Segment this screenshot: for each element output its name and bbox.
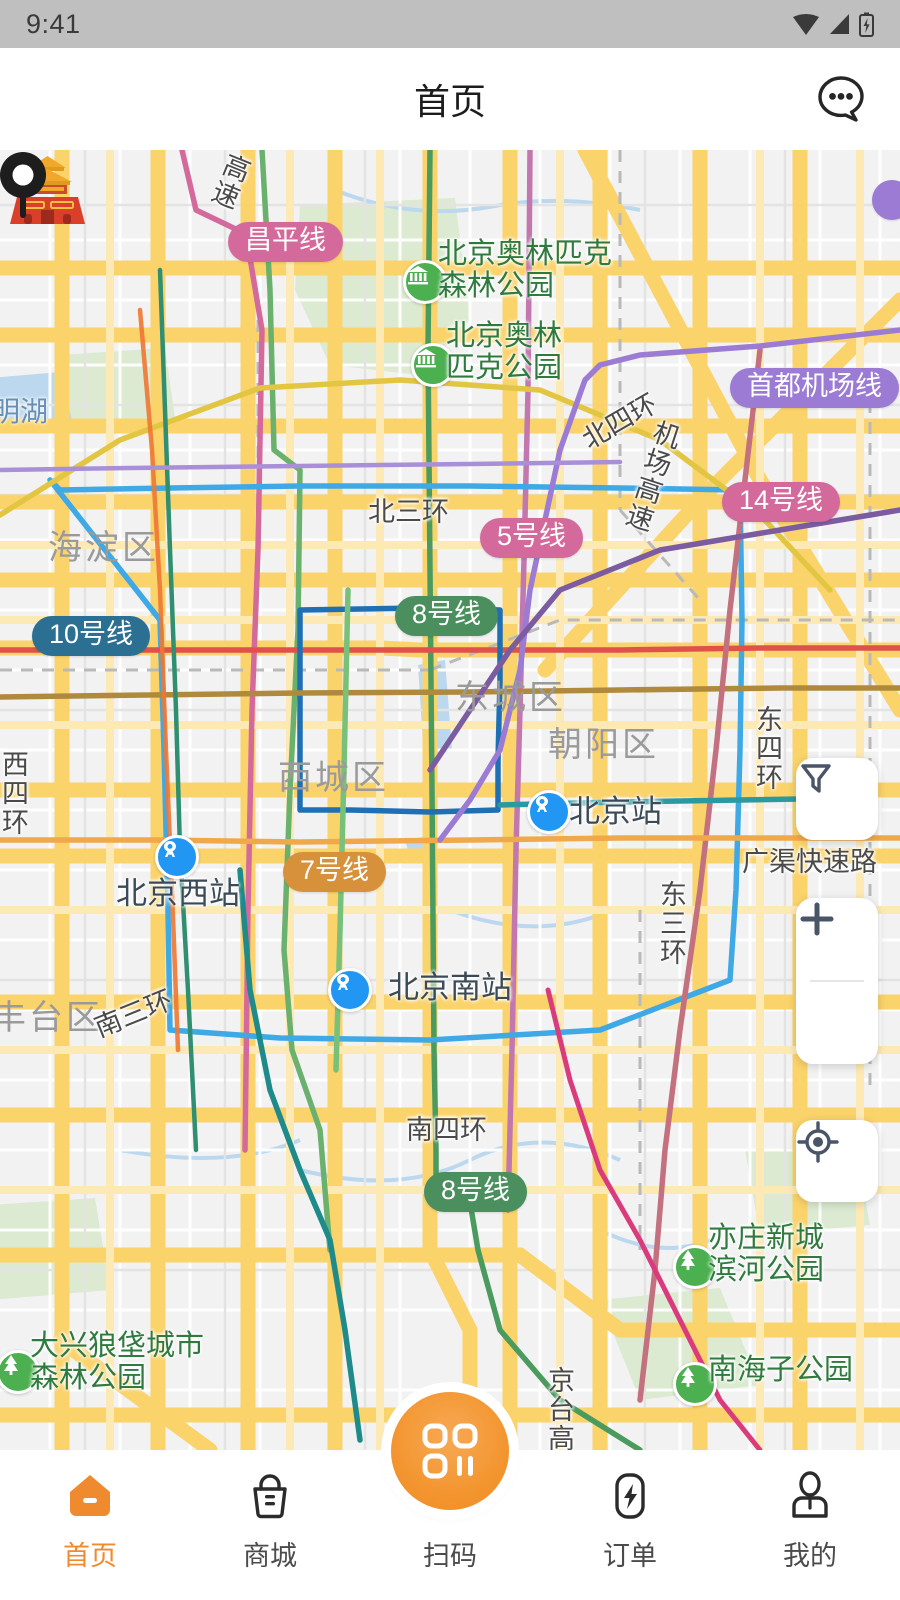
tab-label: 订单 <box>603 1541 657 1571</box>
museum-icon[interactable] <box>403 260 447 304</box>
status-time: 9:41 <box>26 8 81 39</box>
map-base-layer <box>0 150 900 1450</box>
map-zoom-control[interactable] <box>796 898 878 1064</box>
home-icon <box>64 1468 116 1524</box>
chat-bubble-icon[interactable] <box>810 68 872 130</box>
subway-line-pill[interactable]: 昌平线 <box>228 222 343 262</box>
tab-label: 我的 <box>783 1541 837 1571</box>
train-icon[interactable] <box>155 835 199 879</box>
tab-label: 首页 <box>63 1541 117 1571</box>
tab-profile[interactable]: 我的 <box>720 1450 900 1573</box>
tab-label: 扫码 <box>423 1541 477 1571</box>
map-canvas[interactable]: 海淀区 西城区 东城区 朝阳区 丰台区 北三环 北四环 南三环 南四环 西四环 … <box>0 150 900 1450</box>
scan-qr-icon <box>422 1423 478 1479</box>
tab-label: 商城 <box>243 1541 297 1571</box>
subway-line-pill[interactable]: 5号线 <box>480 518 584 558</box>
user-profile-icon <box>784 1468 836 1524</box>
battery-charging-icon <box>859 12 874 37</box>
status-icons <box>793 12 874 37</box>
page-title: 首页 <box>413 81 486 122</box>
subway-line-pill[interactable]: 8号线 <box>424 1172 528 1212</box>
tab-home[interactable]: 首页 <box>0 1450 180 1573</box>
subway-line-pill[interactable]: 7号线 <box>283 852 387 892</box>
shop-bag-icon <box>244 1468 296 1524</box>
scan-fab-button[interactable] <box>391 1392 509 1510</box>
wifi-icon <box>793 14 819 35</box>
subway-line-pill[interactable]: 8号线 <box>395 596 499 636</box>
tree-icon[interactable] <box>673 1362 717 1406</box>
train-icon[interactable] <box>328 968 372 1012</box>
train-icon[interactable] <box>527 790 571 834</box>
map-locate-control[interactable] <box>796 1120 878 1202</box>
crosshair-locate-icon[interactable] <box>796 1120 878 1202</box>
museum-icon[interactable] <box>411 343 455 387</box>
tab-shop[interactable]: 商城 <box>180 1450 360 1573</box>
filter-funnel-icon[interactable] <box>796 758 878 840</box>
signal-icon <box>830 14 849 34</box>
location-pin[interactable] <box>0 150 46 220</box>
order-bolt-icon <box>604 1468 656 1524</box>
subway-line-pill[interactable]: 14号线 <box>722 482 841 522</box>
subway-line-pill[interactable]: 10号线 <box>32 616 151 656</box>
zoom-out-button[interactable] <box>796 916 878 1064</box>
status-bar: 9:41 <box>0 0 900 48</box>
tree-icon[interactable] <box>673 1245 717 1289</box>
tab-orders[interactable]: 订单 <box>540 1450 720 1573</box>
app-header: 首页 <box>0 48 900 150</box>
map-filter-control[interactable] <box>796 758 878 840</box>
subway-line-pill[interactable]: 首都机场线 <box>730 368 899 408</box>
